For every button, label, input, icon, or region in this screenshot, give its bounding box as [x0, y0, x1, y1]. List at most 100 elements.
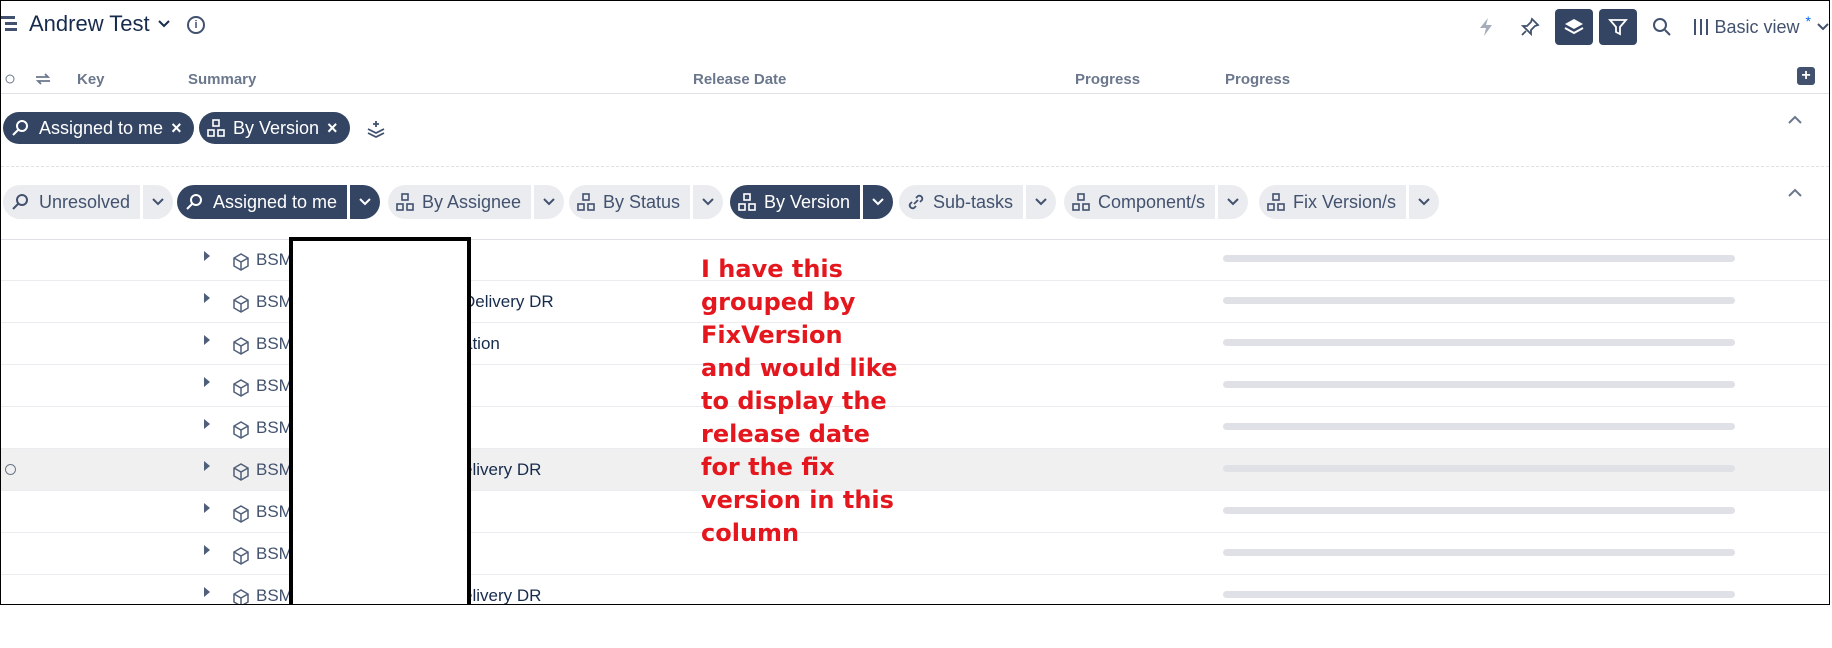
- row-key[interactable]: BSM: [256, 586, 293, 604]
- filter-button[interactable]: [1598, 9, 1637, 45]
- row-key[interactable]: BSM: [256, 376, 293, 396]
- active-filter-assigned[interactable]: Assigned to me ×: [3, 112, 194, 144]
- chevron-down-icon[interactable]: [1218, 185, 1249, 219]
- expand-arrow-icon[interactable]: [204, 419, 210, 429]
- column-key[interactable]: Key: [77, 71, 105, 88]
- option-by-assignee[interactable]: By Assignee: [388, 185, 565, 219]
- redaction-box: [289, 237, 471, 604]
- option-fix-versions[interactable]: Fix Version/s: [1259, 185, 1440, 219]
- package-icon: [231, 252, 251, 272]
- app-frame: Andrew Test i Basic view * Key Summary R…: [0, 0, 1830, 605]
- table-row[interactable]: BSM elivery DR: [1, 575, 1829, 605]
- chip-label: Assigned to me: [39, 117, 164, 138]
- table-row[interactable]: BSM: [1, 491, 1829, 533]
- row-key[interactable]: BSM: [256, 460, 293, 480]
- search-icon: [1652, 18, 1671, 36]
- option-label: By Assignee: [422, 191, 522, 212]
- option-components[interactable]: Component/s: [1064, 185, 1249, 219]
- swap-icon[interactable]: [35, 73, 51, 85]
- issue-rows: BSM BSM Delivery DR BSM ation BSM BSM BSM eliver…: [1, 239, 1829, 605]
- progress-bar: [1223, 255, 1735, 262]
- expand-arrow-icon[interactable]: [204, 377, 210, 387]
- expand-arrow-icon[interactable]: [204, 461, 210, 471]
- progress-bar: [1223, 507, 1735, 514]
- expand-arrow-icon[interactable]: [204, 293, 210, 303]
- option-label: Fix Version/s: [1293, 191, 1397, 212]
- layers-button[interactable]: [1554, 9, 1593, 45]
- option-by-status[interactable]: By Status: [569, 185, 724, 219]
- hierarchy-icon: [207, 119, 225, 137]
- chevron-down-icon[interactable]: [863, 185, 894, 219]
- chip-label: By Version: [233, 117, 320, 138]
- user-search-icon: [186, 194, 202, 210]
- column-progress-1[interactable]: Progress: [1075, 71, 1140, 88]
- collapse-icon[interactable]: [1787, 185, 1803, 201]
- row-key[interactable]: BSM: [256, 334, 293, 354]
- hierarchy-icon: [1072, 193, 1090, 211]
- active-filters-row: Assigned to me × By Version ×: [1, 94, 1829, 167]
- table-row[interactable]: BSM Delivery DR: [1, 281, 1829, 323]
- option-assigned-to-me[interactable]: Assigned to me: [177, 185, 381, 219]
- add-column-icon[interactable]: +: [1797, 67, 1815, 85]
- add-layer-icon[interactable]: [365, 118, 387, 140]
- chevron-down-icon: [1817, 23, 1829, 31]
- row-key[interactable]: BSM: [256, 250, 293, 270]
- row-key[interactable]: BSM: [256, 292, 293, 312]
- package-icon: [231, 378, 251, 398]
- chevron-down-icon[interactable]: [1409, 185, 1440, 219]
- option-sub-tasks[interactable]: Sub-tasks: [899, 185, 1057, 219]
- user-search-icon: [12, 120, 28, 136]
- option-label: By Version: [764, 191, 851, 212]
- package-icon: [231, 462, 251, 482]
- option-by-version[interactable]: By Version: [730, 185, 894, 219]
- expand-arrow-icon[interactable]: [204, 503, 210, 513]
- close-icon[interactable]: ×: [327, 118, 338, 139]
- structure-title[interactable]: Andrew Test: [1, 11, 170, 37]
- progress-bar: [1223, 381, 1735, 388]
- view-selector[interactable]: Basic view *: [1693, 13, 1829, 38]
- row-summary: elivery DR: [463, 586, 542, 605]
- search-button[interactable]: [1643, 9, 1681, 45]
- package-icon: [231, 546, 251, 566]
- collapse-icon[interactable]: [1787, 112, 1803, 128]
- progress-bar: [1223, 591, 1735, 598]
- chevron-down-icon[interactable]: [693, 185, 724, 219]
- header: Andrew Test i Basic view *: [1, 1, 1829, 53]
- column-summary[interactable]: Summary: [188, 71, 256, 88]
- pin-button[interactable]: [1511, 9, 1549, 45]
- expand-arrow-icon[interactable]: [204, 335, 210, 345]
- hierarchy-icon: [738, 193, 756, 211]
- chevron-down-icon[interactable]: [1026, 185, 1057, 219]
- automation-button[interactable]: [1467, 9, 1505, 45]
- table-row[interactable]: BSM: [1, 239, 1829, 281]
- structure-title-text: Andrew Test: [29, 11, 150, 36]
- chevron-down-icon[interactable]: [143, 185, 174, 219]
- select-all-radio[interactable]: [5, 74, 15, 84]
- table-row[interactable]: BSM elivery DR: [1, 449, 1829, 491]
- table-row[interactable]: BSM: [1, 407, 1829, 449]
- expand-arrow-icon[interactable]: [204, 587, 210, 597]
- option-unresolved[interactable]: Unresolved: [3, 185, 174, 219]
- column-release-date[interactable]: Release Date: [693, 71, 786, 88]
- chevron-down-icon[interactable]: [157, 19, 170, 29]
- expand-arrow-icon[interactable]: [204, 251, 210, 261]
- column-progress-2[interactable]: Progress: [1225, 71, 1290, 88]
- progress-bar: [1223, 297, 1735, 304]
- row-key[interactable]: BSM: [256, 502, 293, 522]
- chevron-down-icon[interactable]: [350, 185, 381, 219]
- progress-bar: [1223, 339, 1735, 346]
- row-key[interactable]: BSM: [256, 418, 293, 438]
- active-filter-version[interactable]: By Version ×: [199, 112, 350, 144]
- expand-arrow-icon[interactable]: [204, 545, 210, 555]
- table-row[interactable]: BSM: [1, 365, 1829, 407]
- user-search-icon: [12, 194, 28, 210]
- row-key[interactable]: BSM: [256, 544, 293, 564]
- chevron-down-icon[interactable]: [534, 185, 565, 219]
- progress-bar: [1223, 549, 1735, 556]
- table-row[interactable]: BSM: [1, 533, 1829, 575]
- close-icon[interactable]: ×: [171, 118, 182, 139]
- row-select-radio[interactable]: [5, 464, 16, 475]
- column-header: Key Summary Release Date Progress Progre…: [1, 63, 1829, 94]
- info-icon[interactable]: i: [187, 16, 205, 34]
- table-row[interactable]: BSM ation: [1, 323, 1829, 365]
